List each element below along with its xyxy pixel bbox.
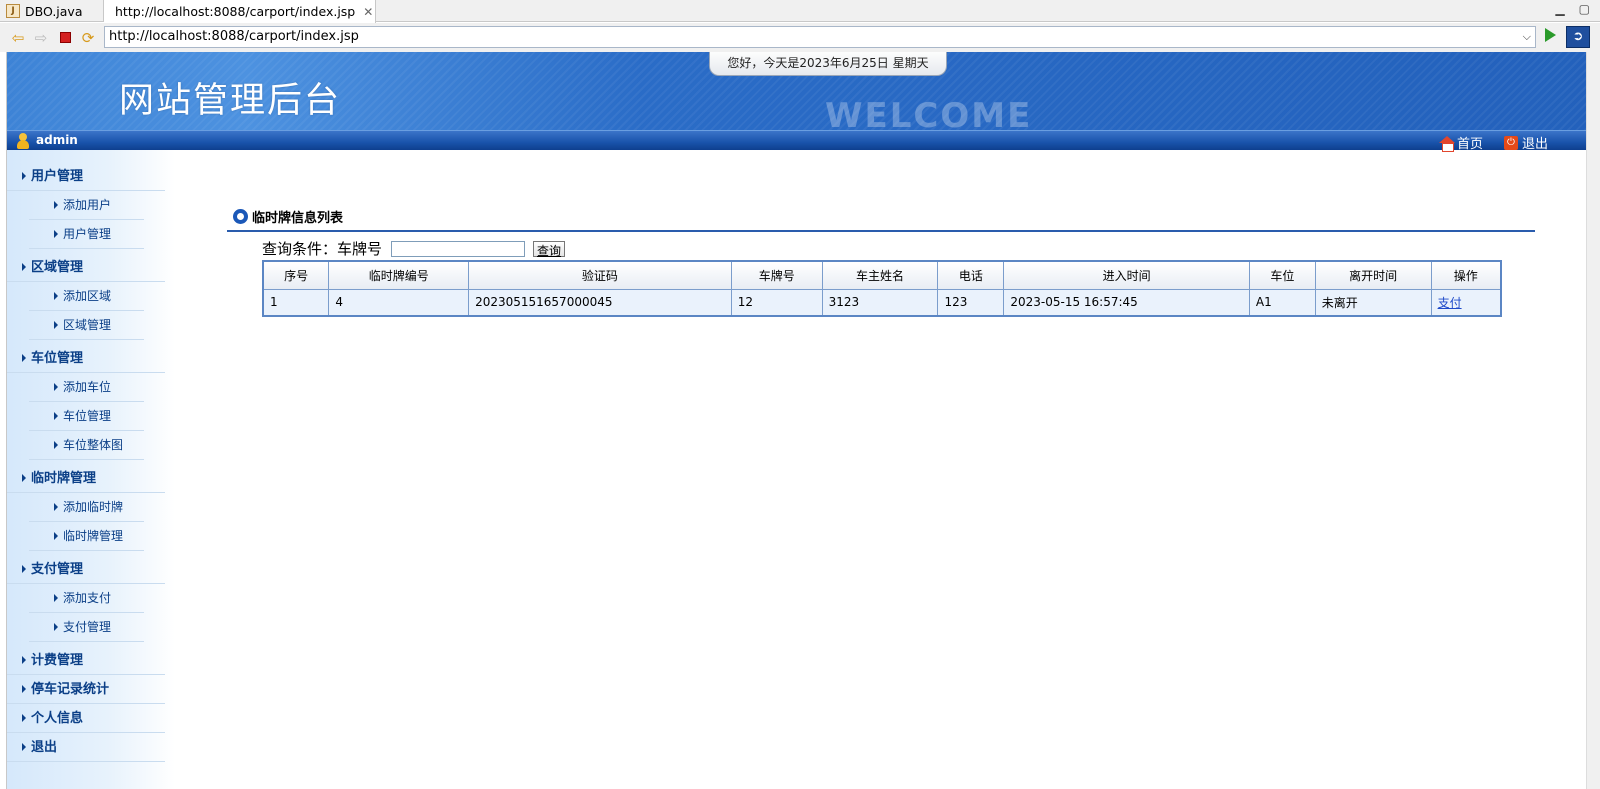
column-header: 车牌号 bbox=[730, 260, 823, 290]
sidebar-item-space-map[interactable]: 车位整体图 bbox=[29, 431, 144, 460]
go-icon[interactable] bbox=[1545, 28, 1556, 42]
user-icon bbox=[17, 133, 29, 149]
sidebar-category-area[interactable]: 区域管理 bbox=[7, 253, 165, 282]
cell-temp-plate-no: 4 bbox=[328, 288, 470, 317]
bullet-icon bbox=[233, 209, 248, 224]
sidebar-item-space-manage[interactable]: 车位管理 bbox=[29, 402, 144, 431]
tab-browser[interactable]: http://localhost:8088/carport/index.jsp … bbox=[104, 0, 376, 23]
vertical-scrollbar[interactable] bbox=[1586, 52, 1600, 789]
query-label: 查询条件：车牌号 bbox=[262, 240, 383, 258]
cell-owner-name: 3123 bbox=[821, 288, 939, 317]
tab-label: DBO.java bbox=[25, 3, 83, 19]
forward-arrow-icon[interactable]: ⇨ bbox=[33, 30, 49, 46]
column-header: 车主姓名 bbox=[821, 260, 939, 290]
pay-link[interactable]: 支付 bbox=[1438, 296, 1462, 310]
column-header: 离开时间 bbox=[1314, 260, 1432, 290]
cell-leave-time: 未离开 bbox=[1314, 288, 1432, 317]
editor-tab-strip: J DBO.java http://localhost:8088/carport… bbox=[0, 0, 1600, 23]
sidebar-category-temp-plate[interactable]: 临时牌管理 bbox=[7, 464, 165, 493]
user-bar: admin 首页 ⏻ 退出 bbox=[7, 130, 1600, 152]
close-tab-icon[interactable]: ✕ bbox=[363, 5, 373, 19]
tab-label: http://localhost:8088/carport/index.jsp bbox=[115, 4, 356, 19]
home-icon bbox=[1439, 135, 1455, 152]
chevron-down-icon[interactable]: ⌵ bbox=[1523, 29, 1531, 45]
sidebar-category-user[interactable]: 用户管理 bbox=[7, 162, 165, 191]
cell-plate-no: 12 bbox=[730, 288, 823, 317]
cell-space: A1 bbox=[1248, 288, 1316, 317]
username: admin bbox=[36, 133, 78, 147]
home-link[interactable]: 首页 bbox=[1439, 133, 1483, 152]
column-header: 验证码 bbox=[468, 260, 732, 290]
sidebar-category-profile[interactable]: 个人信息 bbox=[7, 704, 165, 733]
column-header: 临时牌编号 bbox=[328, 260, 470, 290]
sidebar-category-space[interactable]: 车位管理 bbox=[7, 344, 165, 373]
welcome-watermark: WELCOME bbox=[825, 96, 1033, 130]
column-header: 进入时间 bbox=[1003, 260, 1250, 290]
back-arrow-icon[interactable]: ⇦ bbox=[10, 30, 26, 46]
temp-plate-table: 序号 临时牌编号 验证码 车牌号 车主姓名 电话 进入时间 车位 离开时间 操作… bbox=[262, 260, 1502, 317]
sidebar-category-payment[interactable]: 支付管理 bbox=[7, 555, 165, 584]
sidebar-item-temp-plate-manage[interactable]: 临时牌管理 bbox=[29, 522, 144, 551]
sidebar-category-billing[interactable]: 计费管理 bbox=[7, 646, 165, 675]
section-divider bbox=[227, 230, 1535, 232]
date-greeting: 您好，今天是2023年6月25日 星期天 bbox=[709, 52, 947, 76]
query-button[interactable]: 查询 bbox=[533, 240, 566, 258]
cell-phone: 123 bbox=[937, 288, 1005, 317]
header-banner: 网站管理后台 WELCOME 您好，今天是2023年6月25日 星期天 bbox=[7, 52, 1600, 130]
sidebar-category-logout[interactable]: 退出 bbox=[7, 733, 165, 762]
home-label: 首页 bbox=[1457, 137, 1484, 152]
java-file-icon: J bbox=[6, 4, 20, 18]
table-header-row: 序号 临时牌编号 验证码 车牌号 车主姓名 电话 进入时间 车位 离开时间 操作 bbox=[262, 260, 1502, 290]
maximize-icon[interactable]: ▢ bbox=[1579, 2, 1590, 16]
sidebar-item-add-user[interactable]: 添加用户 bbox=[29, 191, 144, 220]
column-header: 车位 bbox=[1248, 260, 1316, 290]
sidebar-item-add-temp-plate[interactable]: 添加临时牌 bbox=[29, 493, 144, 522]
sidebar-item-user-manage[interactable]: 用户管理 bbox=[29, 220, 144, 249]
column-header: 序号 bbox=[262, 260, 330, 290]
sidebar-menu: 用户管理 添加用户 用户管理 区域管理 添加区域 区域管理 车位管理 添加车位 … bbox=[7, 162, 175, 762]
sidebar-item-add-payment[interactable]: 添加支付 bbox=[29, 584, 144, 613]
column-header: 电话 bbox=[937, 260, 1005, 290]
cell-enter-time: 2023-05-15 16:57:45 bbox=[1003, 288, 1250, 317]
url-input[interactable]: http://localhost:8088/carport/index.jsp … bbox=[104, 26, 1536, 48]
query-form: 查询条件：车牌号 查询 bbox=[262, 238, 566, 259]
sidebar-category-parking-stats[interactable]: 停车记录统计 bbox=[7, 675, 165, 704]
sidebar-item-add-area[interactable]: 添加区域 bbox=[29, 282, 144, 311]
column-header: 操作 bbox=[1430, 260, 1502, 290]
cell-action: 支付 bbox=[1430, 288, 1502, 317]
sidebar-item-payment-manage[interactable]: 支付管理 bbox=[29, 613, 144, 642]
table-row: 1 4 202305151657000045 12 3123 123 2023-… bbox=[262, 288, 1502, 317]
power-icon: ⏻ bbox=[1504, 135, 1518, 150]
cell-index: 1 bbox=[262, 288, 330, 317]
window-controls: ▁ ▢ bbox=[1555, 2, 1590, 16]
cell-verify-code: 202305151657000045 bbox=[468, 288, 732, 317]
open-external-icon[interactable]: ➲ bbox=[1566, 26, 1590, 48]
sidebar-item-add-space[interactable]: 添加车位 bbox=[29, 373, 144, 402]
refresh-icon[interactable]: ⟳ bbox=[80, 30, 96, 46]
web-page: 网站管理后台 WELCOME 您好，今天是2023年6月25日 星期天 admi… bbox=[6, 52, 1600, 789]
tab-dbo-java[interactable]: J DBO.java bbox=[0, 0, 104, 22]
sidebar-item-area-manage[interactable]: 区域管理 bbox=[29, 311, 144, 340]
sidebar: 用户管理 添加用户 用户管理 区域管理 添加区域 区域管理 车位管理 添加车位 … bbox=[7, 150, 175, 789]
site-title: 网站管理后台 bbox=[119, 81, 342, 121]
logout-label: 退出 bbox=[1522, 137, 1549, 152]
url-text: http://localhost:8088/carport/index.jsp bbox=[109, 29, 359, 44]
section-title: 临时牌信息列表 bbox=[252, 211, 344, 226]
minimize-icon[interactable]: ▁ bbox=[1555, 2, 1564, 16]
stop-icon[interactable] bbox=[57, 30, 73, 46]
browser-toolbar: ⇦ ⇨ ⟳ http://localhost:8088/carport/inde… bbox=[0, 23, 1600, 52]
plate-search-input[interactable] bbox=[391, 240, 526, 257]
logout-link[interactable]: ⏻ 退出 bbox=[1504, 133, 1548, 152]
section-header: 临时牌信息列表 bbox=[233, 207, 343, 226]
